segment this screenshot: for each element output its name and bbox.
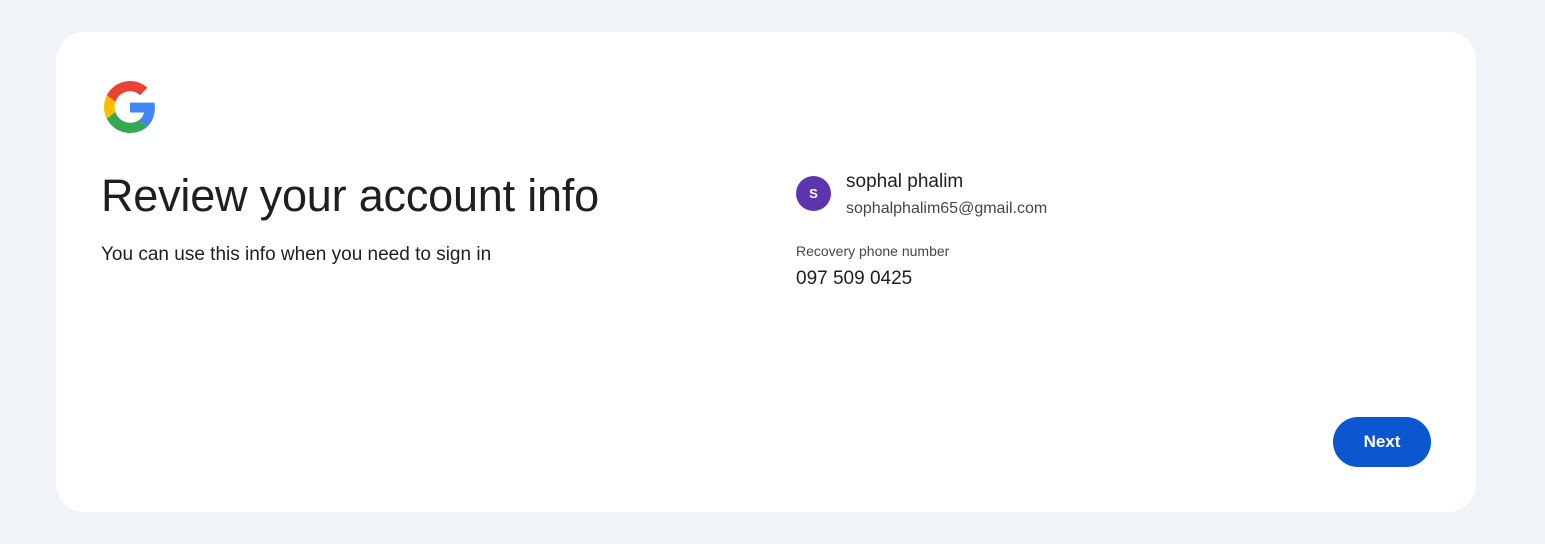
google-logo-icon [104, 81, 155, 133]
next-button[interactable]: Next [1333, 417, 1431, 467]
avatar: S [796, 176, 831, 211]
account-chip: S sophal phalim sophalphalim65@gmail.com [796, 170, 1047, 220]
account-email: sophalphalim65@gmail.com [846, 200, 1048, 217]
recovery-phone-value: 097 509 0425 [796, 268, 913, 289]
page-subtitle: You can use this info when you need to s… [101, 244, 492, 265]
recovery-phone-label: Recovery phone number [796, 243, 950, 259]
review-card: Review your account info You can use thi… [56, 32, 1476, 512]
account-text: sophal phalim sophalphalim65@gmail.com [846, 170, 1047, 220]
account-name: sophal phalim [846, 171, 964, 192]
page-title: Review your account info [101, 170, 599, 221]
